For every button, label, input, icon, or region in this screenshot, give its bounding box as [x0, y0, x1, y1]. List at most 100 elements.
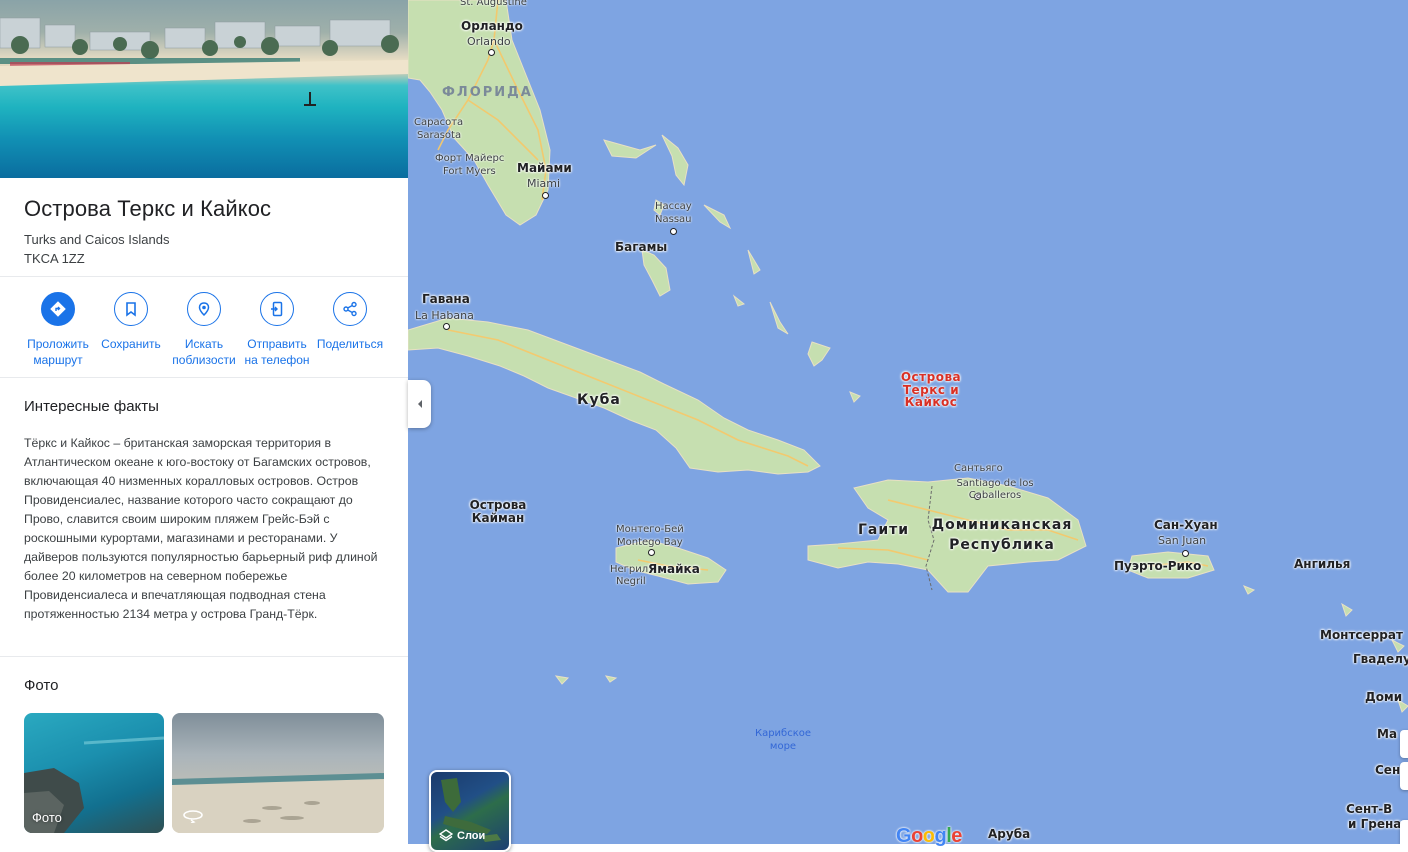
city-marker[interactable]	[542, 192, 549, 199]
send-to-phone-icon	[271, 301, 283, 317]
photo-360-thumbnail[interactable]	[172, 713, 384, 833]
zoom-control-edge[interactable]	[1400, 730, 1408, 758]
photo-label: Фото	[32, 810, 62, 825]
share-icon-circle	[333, 292, 367, 326]
map-label-martinique[interactable]: Ма	[1377, 728, 1397, 741]
place-header: Острова Теркс и Кайкос Turks and Caicos …	[24, 196, 271, 268]
map-label-florida: ФЛОРИДА	[442, 85, 533, 100]
island-land	[1341, 602, 1353, 617]
map-label-havana-en: La Habana	[415, 309, 474, 322]
cayman-land	[604, 675, 618, 683]
bahamas-land	[769, 301, 789, 335]
directions-icon	[50, 301, 66, 317]
map-label-orlando[interactable]: Орландо	[461, 20, 523, 33]
map-label-sarasota: Сарасота	[414, 117, 464, 128]
map-label-guadeloupe[interactable]: Гваделу	[1353, 653, 1408, 666]
place-title: Острова Теркс и Кайкос	[24, 196, 272, 221]
map-label-bahamas[interactable]: Багамы	[615, 241, 667, 254]
share-icon	[343, 301, 357, 317]
layers-label: Слои	[457, 830, 486, 842]
map-label-jamaica[interactable]: Ямайка	[648, 563, 700, 576]
bahamas-land	[732, 294, 746, 307]
directions-button[interactable]: Проложить маршрут	[21, 292, 95, 368]
place-name-english: Turks and Caicos Islands	[24, 232, 170, 247]
collapse-panel-button[interactable]	[408, 380, 431, 428]
map-label-grenadines[interactable]: и Грена	[1348, 818, 1401, 831]
bahamas-land	[603, 139, 657, 159]
share-button[interactable]: Поделиться	[313, 292, 387, 352]
facts-text: Тёркс и Кайкос – британская заморская те…	[24, 436, 378, 621]
caret-left-icon	[417, 400, 422, 408]
360-icon	[183, 810, 203, 823]
google-logo: Google	[896, 825, 962, 847]
map-label-caribbean-sea: Карибское море	[754, 728, 812, 752]
map-label-negril: Негрил	[610, 564, 649, 575]
action-bar: Проложить маршрут Сохранить Искать побли…	[0, 292, 408, 372]
map-label-cayman[interactable]: Острова Кайман	[465, 499, 531, 524]
map-label-nassau: Нассау	[655, 201, 692, 212]
send-to-phone-button[interactable]: Отправить на телефон	[240, 292, 314, 368]
bahamas-land	[661, 134, 689, 187]
map-label-miami-en: Miami	[527, 177, 561, 190]
save-label: Сохранить	[101, 337, 161, 351]
share-label: Поделиться	[316, 337, 384, 351]
map-label-dominican-republic[interactable]: Доминиканская Республика	[920, 515, 1084, 555]
bahamas-land	[703, 204, 732, 230]
map-label-dominica[interactable]: Доми	[1365, 691, 1402, 704]
nearby-icon-circle	[187, 292, 221, 326]
nearby-label: Искать поблизости	[172, 337, 236, 367]
map-label-san-juan-en: San Juan	[1158, 534, 1207, 547]
map-label-fort-myers: Форт Майерс	[435, 153, 505, 164]
map-label-fort-myers-en: Fort Myers	[443, 166, 496, 177]
map-control-edge[interactable]	[1400, 762, 1408, 790]
photo-thumbnail[interactable]: Фото	[24, 713, 164, 833]
map-label-san-juan[interactable]: Сан-Хуан	[1154, 519, 1218, 532]
map-label-santiago: Сантьяго	[954, 463, 1003, 474]
map-label-sarasota-en: Sarasota	[417, 130, 462, 141]
map-label-anguilla[interactable]: Ангилья	[1294, 558, 1350, 571]
map-label-turks-caicos[interactable]: Острова Теркс и Кайкос	[898, 371, 964, 409]
city-marker[interactable]	[488, 49, 495, 56]
layers-button[interactable]: Слои	[429, 770, 511, 852]
cayman-land	[554, 675, 570, 685]
map-label-st-vincent[interactable]: Сент-В	[1346, 803, 1392, 816]
divider	[0, 656, 408, 657]
divider	[0, 276, 408, 277]
place-panel: Острова Теркс и Кайкос Turks and Caicos …	[0, 0, 409, 844]
nearby-icon	[198, 302, 210, 317]
map-label-nassau-en: Nassau	[655, 214, 692, 225]
map-label-montego: Монтего-Бей	[616, 524, 684, 535]
city-marker[interactable]	[648, 549, 655, 556]
map-base-layer	[408, 0, 1408, 713]
map-canvas[interactable]: St. Augustine Орландо Orlando ФЛОРИДА Са…	[408, 0, 1408, 844]
map-label-st-lucia[interactable]: Сен	[1375, 764, 1400, 777]
map-label-miami[interactable]: Майами	[517, 162, 572, 175]
city-marker[interactable]	[443, 323, 450, 330]
nearby-button[interactable]: Искать поблизости	[167, 292, 241, 368]
island-land	[1242, 585, 1256, 595]
bookmark-icon	[126, 302, 136, 317]
city-marker[interactable]	[1182, 550, 1189, 557]
map-label-montego-en: Montego Bay	[617, 537, 683, 548]
save-icon-circle	[114, 292, 148, 326]
map-label-montserrat[interactable]: Монтсеррат	[1320, 629, 1403, 642]
bahamas-land	[747, 249, 761, 275]
map-label-santiago-en: Santiago de los Caballeros	[956, 478, 1034, 501]
map-label-cuba[interactable]: Куба	[577, 393, 621, 408]
map-label-puerto-rico[interactable]: Пуэрто-Рико	[1114, 560, 1201, 573]
send-to-phone-label: Отправить на телефон	[244, 337, 310, 367]
city-marker[interactable]	[670, 228, 677, 235]
bahamas-land	[641, 249, 671, 297]
map-label-aruba[interactable]: Аруба	[988, 828, 1030, 841]
map-control-edge[interactable]	[1400, 820, 1408, 844]
place-postcode: TKCA 1ZZ	[24, 251, 85, 266]
directions-label: Проложить маршрут	[27, 337, 89, 367]
map-label-havana[interactable]: Гавана	[422, 293, 470, 306]
save-button[interactable]: Сохранить	[94, 292, 168, 352]
facts-title: Интересные факты	[24, 398, 159, 415]
map-label-orlando-en: Orlando	[467, 35, 511, 48]
hero-photo[interactable]	[0, 0, 408, 178]
divider	[0, 377, 408, 378]
map-label-haiti[interactable]: Гаити	[858, 523, 909, 538]
photos-title: Фото	[24, 677, 59, 694]
